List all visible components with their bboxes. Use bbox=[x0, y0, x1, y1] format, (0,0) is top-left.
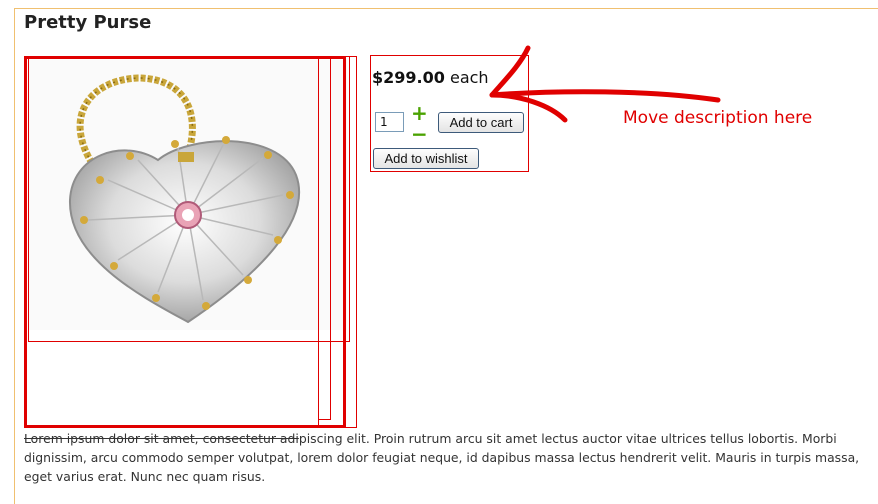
content-frame-left-border bbox=[14, 8, 15, 504]
annotation-box-thick bbox=[24, 56, 346, 428]
increase-quantity-button[interactable]: + bbox=[411, 103, 428, 123]
add-to-wishlist-button[interactable]: Add to wishlist bbox=[373, 148, 479, 169]
decrease-quantity-button[interactable]: − bbox=[411, 124, 428, 144]
price-amount: $299.00 bbox=[372, 68, 445, 87]
product-price: $299.00 each bbox=[372, 68, 489, 87]
content-frame-top-border bbox=[14, 8, 878, 9]
product-title: Pretty Purse bbox=[24, 12, 152, 33]
description-struck-text: Lorem ipsum dolor sit amet, consectetur … bbox=[24, 431, 299, 446]
annotation-text: Move description here bbox=[623, 108, 813, 128]
quantity-input[interactable] bbox=[375, 112, 404, 132]
product-description: Lorem ipsum dolor sit amet, consectetur … bbox=[24, 429, 864, 486]
